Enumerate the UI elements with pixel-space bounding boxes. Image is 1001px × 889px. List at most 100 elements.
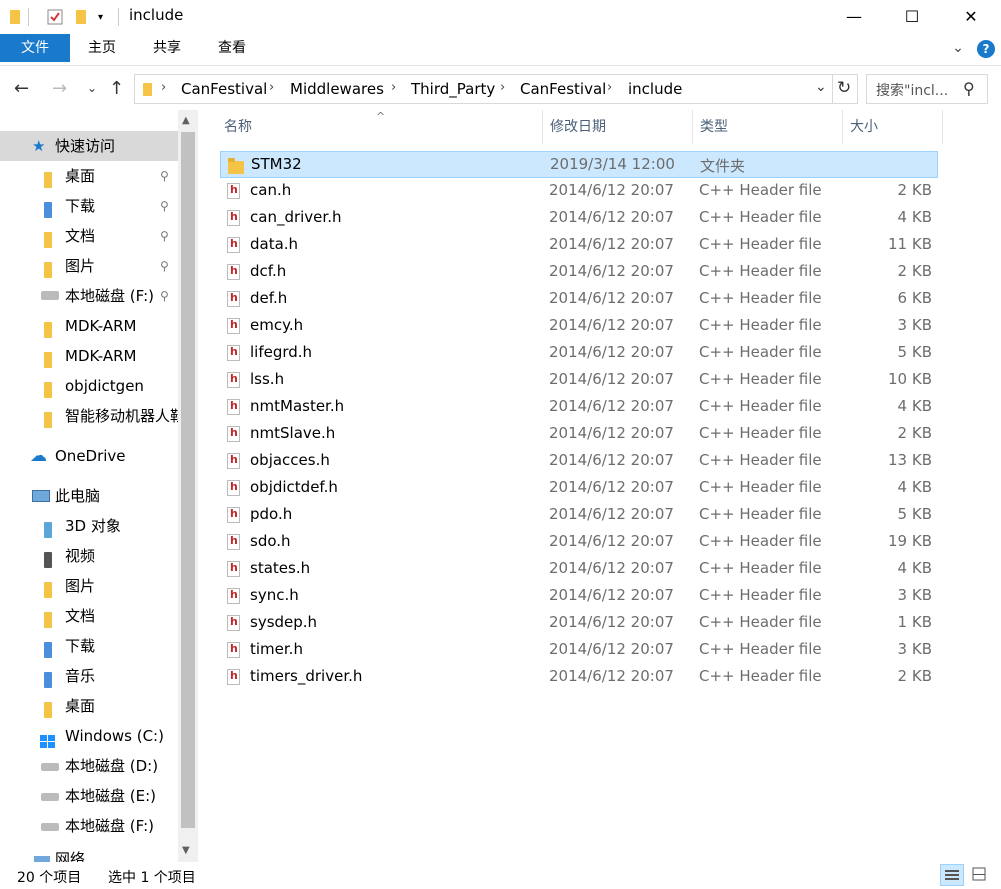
breadcrumb-item[interactable]: CanFestival	[181, 80, 267, 98]
sidebar-item-drive-d[interactable]: 本地磁盘 (D:)	[0, 751, 178, 781]
scroll-down-button[interactable]: ▼	[182, 845, 190, 856]
column-divider[interactable]	[692, 110, 693, 144]
sidebar-item-label: 文档	[65, 607, 96, 625]
sidebar-item-downloads[interactable]: 下载 ⚲	[0, 191, 178, 221]
folder-row[interactable]: STM32 2019/3/14 12:00 文件夹	[220, 151, 938, 178]
sidebar-item-pictures[interactable]: 图片 ⚲	[0, 251, 178, 281]
sidebar-item-pictures-pc[interactable]: 图片	[0, 571, 178, 601]
new-folder-icon[interactable]	[76, 8, 86, 26]
breadcrumb-separator[interactable]: ›	[500, 80, 505, 95]
breadcrumb-separator[interactable]: ›	[391, 80, 396, 95]
breadcrumb-item[interactable]: Middlewares	[290, 80, 384, 98]
breadcrumb-separator[interactable]: ›	[607, 80, 612, 95]
tab-share[interactable]: 共享	[145, 34, 189, 62]
breadcrumb-item[interactable]: Third_Party	[411, 80, 495, 98]
file-row[interactable]: def.h 2014/6/12 20:07 C++ Header file 6 KB	[220, 286, 938, 313]
tab-home[interactable]: 主页	[80, 34, 124, 62]
properties-icon[interactable]	[46, 8, 64, 26]
sidebar-item-mdk-arm-2[interactable]: MDK-ARM	[0, 341, 178, 371]
file-row[interactable]: lss.h 2014/6/12 20:07 C++ Header file 10 KB	[220, 367, 938, 394]
sidebar-onedrive[interactable]: ☁ OneDrive	[0, 441, 178, 471]
breadcrumb-item[interactable]: CanFestival	[520, 80, 606, 98]
sidebar-this-pc[interactable]: 此电脑	[0, 481, 178, 511]
header-file-icon	[227, 642, 240, 662]
search-input[interactable]: 搜索"incl...	[876, 80, 948, 100]
sidebar-item-desktop[interactable]: 桌面 ⚲	[0, 161, 178, 191]
file-type: C++ Header file	[699, 640, 822, 658]
back-button[interactable]: ←	[14, 78, 29, 99]
sidebar-network[interactable]: 网络	[0, 850, 178, 862]
address-bar[interactable]: › CanFestival › Middlewares › Third_Part…	[134, 74, 858, 104]
sidebar-item-drive-f[interactable]: 本地磁盘 (F:) ⚲	[0, 281, 178, 311]
customize-toolbar-icon[interactable]: ▾	[98, 8, 103, 26]
sidebar-item-robot-project[interactable]: 智能移动机器人鞋	[0, 401, 178, 431]
file-size: 3 KB	[897, 586, 932, 604]
close-button[interactable]: ✕	[941, 0, 1001, 32]
sidebar-item-videos[interactable]: 视频	[0, 541, 178, 571]
file-row[interactable]: sysdep.h 2014/6/12 20:07 C++ Header file 1 …	[220, 610, 938, 637]
sidebar-item-downloads-pc[interactable]: 下载	[0, 631, 178, 661]
column-divider[interactable]	[942, 110, 943, 144]
tab-file[interactable]: 文件	[0, 34, 70, 62]
sidebar-item-mdk-arm[interactable]: MDK-ARM	[0, 311, 178, 341]
maximize-button[interactable]: ☐	[882, 0, 942, 32]
file-name: sync.h	[250, 586, 299, 604]
file-row[interactable]: data.h 2014/6/12 20:07 C++ Header file 11 K…	[220, 232, 938, 259]
column-header-size[interactable]: 大小	[850, 110, 878, 144]
search-icon[interactable]: ⚲	[963, 79, 975, 98]
help-button[interactable]: ?	[977, 40, 995, 58]
sidebar-quick-access[interactable]: ★ 快速访问	[0, 131, 178, 161]
forward-button[interactable]: →	[52, 78, 67, 99]
expand-ribbon-button[interactable]: ⌄	[948, 34, 968, 62]
details-view-button[interactable]	[940, 864, 964, 886]
file-row[interactable]: can.h 2014/6/12 20:07 C++ Header file 2 KB	[220, 178, 938, 205]
column-divider[interactable]	[842, 110, 843, 144]
search-box[interactable]: 搜索"incl... ⚲	[866, 74, 988, 104]
sidebar-item-music[interactable]: 音乐	[0, 661, 178, 691]
file-row[interactable]: objdictdef.h 2014/6/12 20:07 C++ Header fi…	[220, 475, 938, 502]
file-row[interactable]: nmtMaster.h 2014/6/12 20:07 C++ Header fil…	[220, 394, 938, 421]
scroll-thumb[interactable]	[181, 132, 195, 828]
column-header-name[interactable]: 名称	[224, 110, 252, 144]
tab-view[interactable]: 查看	[210, 34, 254, 62]
file-row[interactable]: lifegrd.h 2014/6/12 20:07 C++ Header file 5…	[220, 340, 938, 367]
sidebar-item-3d-objects[interactable]: 3D 对象	[0, 511, 178, 541]
scroll-up-button[interactable]: ▲	[182, 115, 190, 126]
column-divider[interactable]	[542, 110, 543, 144]
address-dropdown-button[interactable]: ⌄	[815, 79, 827, 95]
recent-locations-button[interactable]: ⌄	[87, 81, 97, 95]
breadcrumb-separator[interactable]: ›	[161, 80, 166, 95]
breadcrumb-item-current[interactable]: include	[628, 80, 682, 98]
file-row[interactable]: nmtSlave.h 2014/6/12 20:07 C++ Header file…	[220, 421, 938, 448]
file-type: C++ Header file	[699, 370, 822, 388]
file-row[interactable]: states.h 2014/6/12 20:07 C++ Header file 4 …	[220, 556, 938, 583]
sidebar-scrollbar[interactable]: ▲ ▼	[178, 110, 198, 862]
sidebar-item-label: 桌面	[65, 167, 96, 185]
file-row[interactable]: timers_driver.h 2014/6/12 20:07 C++ Header…	[220, 664, 938, 691]
quick-access-folder-icon[interactable]	[10, 8, 20, 26]
file-row[interactable]: emcy.h 2014/6/12 20:07 C++ Header file 3 KB	[220, 313, 938, 340]
sidebar-item-documents-pc[interactable]: 文档	[0, 601, 178, 631]
up-button[interactable]: ↑	[109, 78, 124, 99]
file-row[interactable]: sync.h 2014/6/12 20:07 C++ Header file 3 KB	[220, 583, 938, 610]
sidebar-item-objdictgen[interactable]: objdictgen	[0, 371, 178, 401]
minimize-button[interactable]: —	[824, 0, 884, 32]
file-row[interactable]: sdo.h 2014/6/12 20:07 C++ Header file 19 KB	[220, 529, 938, 556]
file-row[interactable]: objacces.h 2014/6/12 20:07 C++ Header file…	[220, 448, 938, 475]
sidebar-item-desktop-pc[interactable]: 桌面	[0, 691, 178, 721]
sidebar-item-drive-f-pc[interactable]: 本地磁盘 (F:)	[0, 811, 178, 841]
refresh-button[interactable]: ↻	[837, 78, 851, 98]
file-row[interactable]: dcf.h 2014/6/12 20:07 C++ Header file 2 KB	[220, 259, 938, 286]
sidebar-item-drive-c[interactable]: Windows (C:)	[0, 721, 178, 751]
file-size: 2 KB	[897, 424, 932, 442]
sidebar-item-documents[interactable]: 文档 ⚲	[0, 221, 178, 251]
column-header-date[interactable]: 修改日期	[550, 110, 606, 144]
breadcrumb-separator[interactable]: ›	[269, 80, 274, 95]
large-icons-view-button[interactable]	[968, 864, 992, 886]
file-row[interactable]: timer.h 2014/6/12 20:07 C++ Header file 3 K…	[220, 637, 938, 664]
file-row[interactable]: pdo.h 2014/6/12 20:07 C++ Header file 5 KB	[220, 502, 938, 529]
file-row[interactable]: can_driver.h 2014/6/12 20:07 C++ Header fi…	[220, 205, 938, 232]
pin-icon: ⚲	[160, 229, 169, 243]
sidebar-item-drive-e[interactable]: 本地磁盘 (E:)	[0, 781, 178, 811]
column-header-type[interactable]: 类型	[700, 110, 728, 144]
